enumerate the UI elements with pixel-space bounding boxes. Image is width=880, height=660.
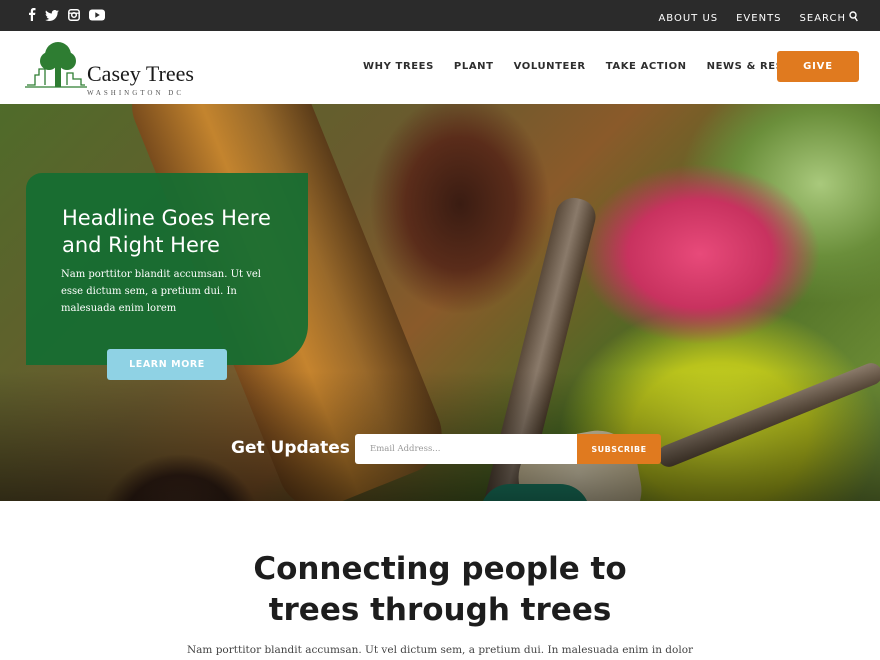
utility-nav: ABOUT US EVENTS SEARCH	[658, 9, 858, 27]
give-button[interactable]: GIVE	[777, 51, 859, 82]
intro-body: Nam porttitor blandit accumsan. Ut vel d…	[186, 644, 694, 656]
learn-more-button[interactable]: LEARN MORE	[107, 349, 227, 380]
email-input[interactable]: Email Address...	[355, 434, 577, 464]
get-updates-label: Get Updates	[231, 438, 350, 458]
search-link[interactable]: SEARCH	[800, 13, 846, 24]
hero-section: Headline Goes Here and Right Here Nam po…	[0, 104, 880, 501]
intro-heading-line2: trees through trees	[268, 592, 612, 628]
site-header: Casey Trees WASHINGTON DC WHY TREES PLAN…	[0, 31, 880, 104]
logo-subtitle: WASHINGTON DC	[87, 89, 185, 97]
intro-heading-line1: Connecting people to	[253, 551, 627, 587]
hero-card: Headline Goes Here and Right Here Nam po…	[26, 173, 308, 365]
nav-volunteer[interactable]: VOLUNTEER	[514, 61, 586, 72]
nav-why-trees[interactable]: WHY TREES	[363, 61, 434, 72]
tree-logo-icon	[25, 42, 87, 88]
hero-body: Nam porttitor blandit accumsan. Ut vel e…	[61, 269, 261, 314]
nav-take-action[interactable]: TAKE ACTION	[606, 61, 687, 72]
events-link[interactable]: EVENTS	[736, 13, 781, 24]
youtube-icon[interactable]	[89, 8, 105, 26]
search-toggle[interactable]: SEARCH	[800, 9, 858, 27]
search-icon	[849, 9, 858, 27]
social-links	[28, 8, 105, 26]
casey-trees-logo[interactable]: Casey Trees WASHINGTON DC	[25, 39, 194, 97]
top-utility-bar: ABOUT US EVENTS SEARCH	[0, 0, 880, 31]
facebook-icon[interactable]	[28, 8, 36, 26]
logo-name: Casey Trees	[87, 61, 194, 86]
main-nav: WHY TREES PLANT VOLUNTEER TAKE ACTION NE…	[363, 61, 833, 72]
about-us-link[interactable]: ABOUT US	[658, 13, 718, 24]
subscribe-button[interactable]: SUBSCRIBE	[577, 434, 661, 464]
intro-heading: Connecting people to trees through trees	[0, 549, 880, 631]
nav-plant[interactable]: PLANT	[454, 61, 494, 72]
twitter-icon[interactable]	[45, 8, 59, 26]
instagram-icon[interactable]	[68, 8, 80, 26]
hero-headline: Headline Goes Here and Right Here	[62, 206, 271, 257]
